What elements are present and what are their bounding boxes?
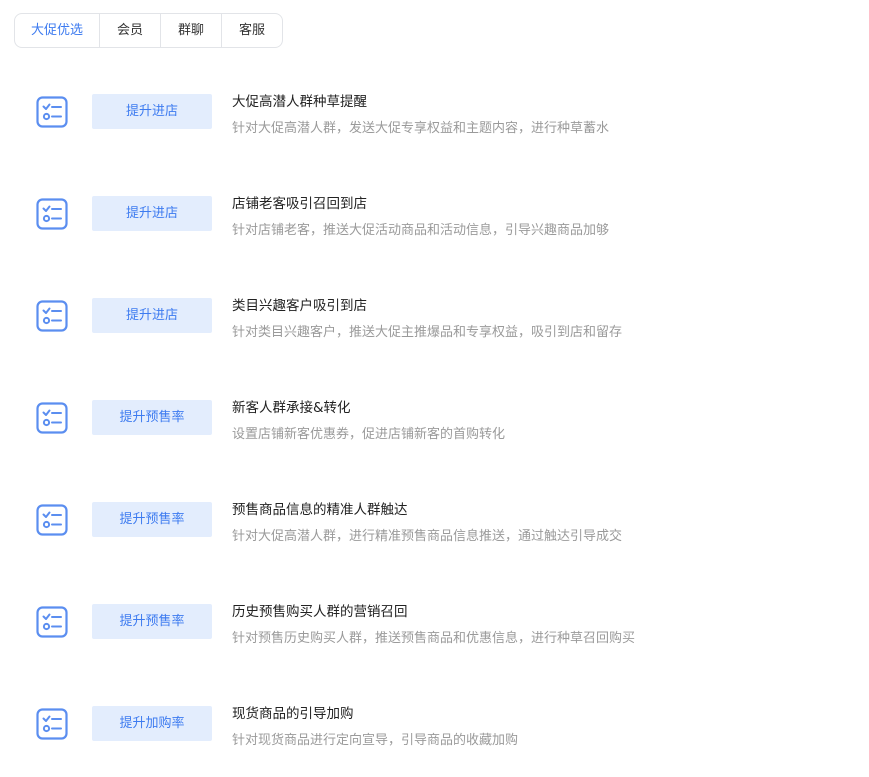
- boost-presale-rate-button[interactable]: 提升预售率: [92, 400, 212, 435]
- strategy-row: 提升进店 店铺老客吸引召回到店 针对店铺老客，推送大促活动商品和活动信息，引导兴…: [0, 196, 869, 266]
- boost-presale-rate-button[interactable]: 提升预售率: [92, 604, 212, 639]
- boost-store-visit-button[interactable]: 提升进店: [92, 196, 212, 231]
- checklist-icon: [36, 606, 68, 638]
- strategy-description: 针对大促高潜人群，进行精准预售商品信息推送，通过触达引导成交: [232, 529, 623, 544]
- strategy-title: 预售商品信息的精准人群触达: [232, 502, 408, 518]
- strategy-description: 设置店铺新客优惠券，促进店铺新客的首购转化: [232, 427, 506, 442]
- boost-store-visit-button[interactable]: 提升进店: [92, 298, 212, 333]
- boost-add-to-cart-rate-button[interactable]: 提升加购率: [92, 706, 212, 741]
- strategy-title: 店铺老客吸引召回到店: [232, 196, 367, 212]
- scenario-tabs: 大促优选 会员 群聊 客服: [14, 13, 283, 48]
- strategy-description: 针对现货商品进行定向宣导，引导商品的收藏加购: [232, 733, 519, 748]
- checklist-icon: [36, 198, 68, 230]
- strategy-title: 类目兴趣客户吸引到店: [232, 298, 367, 314]
- tab-member[interactable]: 会员: [100, 14, 161, 47]
- strategy-row: 提升预售率 历史预售购买人群的营销召回 针对预售历史购买人群，推送预售商品和优惠…: [0, 604, 869, 674]
- strategy-description: 针对类目兴趣客户，推送大促主推爆品和专享权益，吸引到店和留存: [232, 325, 623, 340]
- checklist-icon: [36, 708, 68, 740]
- tab-group-chat[interactable]: 群聊: [161, 14, 222, 47]
- boost-store-visit-button[interactable]: 提升进店: [92, 94, 212, 129]
- strategy-title: 大促高潜人群种草提醒: [232, 94, 367, 110]
- strategy-row: 提升进店 大促高潜人群种草提醒 针对大促高潜人群，发送大促专享权益和主题内容，进…: [0, 94, 869, 164]
- checklist-icon: [36, 504, 68, 536]
- checklist-icon: [36, 300, 68, 332]
- strategy-row: 提升加购率 现货商品的引导加购 针对现货商品进行定向宣导，引导商品的收藏加购: [0, 706, 869, 776]
- strategy-title: 新客人群承接&转化: [232, 400, 351, 416]
- strategy-title: 现货商品的引导加购: [232, 706, 354, 722]
- checklist-icon: [36, 96, 68, 128]
- strategy-description: 针对店铺老客，推送大促活动商品和活动信息，引导兴趣商品加够: [232, 223, 610, 238]
- strategy-description: 针对预售历史购买人群，推送预售商品和优惠信息，进行种草召回购买: [232, 631, 636, 646]
- tab-dacu-youxuan[interactable]: 大促优选: [15, 14, 100, 47]
- strategy-description: 针对大促高潜人群，发送大促专享权益和主题内容，进行种草蓄水: [232, 121, 610, 136]
- strategy-row: 提升预售率 预售商品信息的精准人群触达 针对大促高潜人群，进行精准预售商品信息推…: [0, 502, 869, 572]
- tab-customer-service[interactable]: 客服: [222, 14, 282, 47]
- strategy-row: 提升进店 类目兴趣客户吸引到店 针对类目兴趣客户，推送大促主推爆品和专享权益，吸…: [0, 298, 869, 368]
- checklist-icon: [36, 402, 68, 434]
- boost-presale-rate-button[interactable]: 提升预售率: [92, 502, 212, 537]
- strategy-row: 提升预售率 新客人群承接&转化 设置店铺新客优惠券，促进店铺新客的首购转化: [0, 400, 869, 470]
- strategy-title: 历史预售购买人群的营销召回: [232, 604, 408, 620]
